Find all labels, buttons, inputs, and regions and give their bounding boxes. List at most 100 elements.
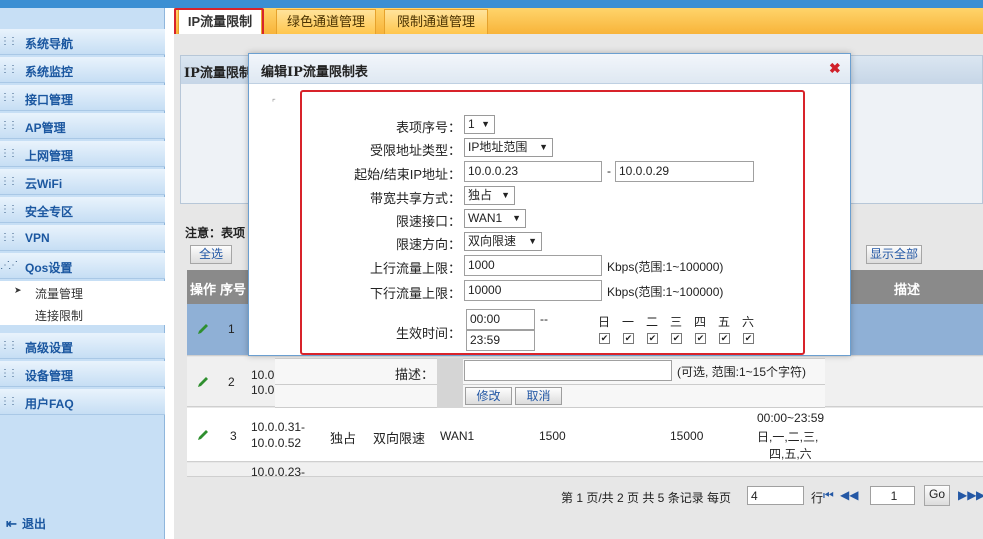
caret-down-icon: ▼ [512, 213, 521, 223]
pager-text: 行 [811, 491, 824, 505]
day-label: 二 [646, 315, 659, 329]
sidebar-item-qos[interactable]: ⋰⋰ Qos设置 [0, 253, 165, 279]
grip-icon: ⋮⋮ [0, 148, 18, 159]
sidebar-subitem-traffic[interactable]: ➤ 流量管理 [0, 281, 165, 303]
button-label: 修改 [476, 389, 501, 403]
direction-label: 限速方向： [395, 237, 461, 252]
sidebar-item-security[interactable]: ⋮⋮ 安全专区 [0, 197, 165, 223]
logout-label: 退出 [22, 517, 47, 531]
last-page-icon[interactable]: ▶ [976, 488, 983, 502]
day-checkbox[interactable]: ✔ [719, 333, 730, 344]
sidebar-item-label: AP管理 [25, 121, 66, 135]
sidebar-item-label: Qos设置 [25, 261, 73, 275]
time-start-input[interactable]: 00:00 [466, 309, 535, 330]
edit-icon[interactable] [196, 322, 210, 336]
row-time: 00:00~23:59 [757, 411, 825, 425]
addr-type-select[interactable]: IP地址范围 ▼ [464, 138, 553, 157]
cancel-button[interactable]: 取消 [515, 387, 562, 405]
row-days: 日,一,二,三, [757, 430, 819, 444]
sidebar-item-label: 设备管理 [25, 369, 74, 383]
sidebar-item-cloud-wifi[interactable]: ⋮⋮ 云WiFi [0, 169, 165, 195]
sidebar-item-label: VPN [25, 231, 50, 245]
up-limit-label: 上行流量上限： [369, 261, 461, 276]
per-page-input[interactable]: 4 [747, 486, 804, 505]
input-value: 1000 [468, 258, 495, 272]
row-share: 独占 [330, 431, 357, 446]
close-icon[interactable]: ✖ [829, 60, 841, 77]
time-end-input[interactable]: 23:59 [466, 330, 535, 351]
row-direction: 双向限速 [373, 431, 426, 446]
row-index: 2 [228, 375, 235, 389]
input-value: 10.0.0.29 [619, 164, 670, 178]
sidebar-item-label: 系统监控 [25, 65, 74, 79]
show-all-button[interactable]: 显示全部 [866, 245, 922, 264]
day-label: 四 [694, 315, 707, 329]
save-button[interactable]: 修改 [465, 387, 512, 405]
edit-icon[interactable] [196, 428, 210, 442]
button-label: Go [928, 487, 945, 501]
button-label: 全选 [198, 247, 223, 261]
logout-link[interactable]: ⇤ 退出 [6, 515, 46, 532]
grip-icon: ⋮⋮ [0, 92, 18, 103]
sidebar-item-label: 接口管理 [25, 93, 74, 107]
sidebar-item-monitor[interactable]: ⋮⋮ 系统监控 [0, 57, 165, 83]
note-text: 注意：表项 [185, 226, 246, 240]
select-value: 独占 [468, 188, 493, 202]
table-row[interactable]: 3 10.0.0.31- 10.0.0.52 独占 双向限速 WAN1 1500… [187, 408, 983, 462]
page-input[interactable]: 1 [870, 486, 915, 505]
ip-separator: - [607, 164, 611, 178]
down-limit-hint: Kbps(范围:1~100000) [607, 285, 724, 299]
direction-select[interactable]: 双向限速 ▼ [464, 232, 542, 251]
day-checkbox[interactable]: ✔ [671, 333, 682, 344]
grip-icon: ⋮⋮ [0, 36, 18, 47]
ip-range-label: 起始/结束IP地址： [354, 167, 461, 182]
iface-select[interactable]: WAN1 ▼ [464, 209, 526, 228]
column-header: 操作 [190, 282, 217, 297]
edit-icon[interactable] [196, 375, 210, 389]
caret-down-icon: ▼ [539, 142, 548, 152]
sidebar-subitem-connection[interactable]: 连接限制 [0, 303, 165, 325]
day-checkbox[interactable]: ✔ [599, 333, 610, 344]
down-limit-input[interactable]: 10000 [464, 280, 602, 301]
grip-icon: ⋮⋮ [0, 176, 18, 187]
tab-green-channel[interactable]: 绿色通道管理 [276, 9, 376, 34]
table-row[interactable]: 10.0.0.23- [187, 463, 983, 477]
sidebar-item-advanced[interactable]: ⋮⋮ 高级设置 [0, 333, 165, 359]
description-hint: (可选, 范围:1~15个字符) [677, 365, 807, 379]
grip-icon: ⋰⋰ [0, 260, 18, 271]
sidebar-item-device[interactable]: ⋮⋮ 设备管理 [0, 361, 165, 387]
description-input[interactable] [464, 360, 672, 381]
sidebar-item-nav[interactable]: ⋮⋮ 系统导航 [0, 29, 165, 55]
day-checkbox[interactable]: ✔ [743, 333, 754, 344]
share-select[interactable]: 独占 ▼ [464, 186, 515, 205]
ip-end-input[interactable]: 10.0.0.29 [615, 161, 754, 182]
up-limit-input[interactable]: 1000 [464, 255, 602, 276]
sidebar-item-faq[interactable]: ⋮⋮ 用户FAQ [0, 389, 165, 415]
next-page-icon[interactable]: ▶▶ [958, 488, 976, 502]
select-all-button[interactable]: 全选 [190, 245, 232, 264]
prev-page-icon[interactable]: ◀◀ [840, 488, 858, 502]
grip-icon: ⋮⋮ [0, 204, 18, 215]
sidebar-subitem-label: 流量管理 [35, 287, 84, 301]
day-label: 一 [622, 315, 635, 329]
day-checkbox[interactable]: ✔ [623, 333, 634, 344]
column-header: 描述 [894, 282, 921, 297]
sidebar-item-label: 云WiFi [25, 177, 63, 191]
row-address-end: 10.0.0.52 [251, 436, 302, 450]
sidebar-item-vpn[interactable]: ⋮⋮ VPN [0, 225, 165, 251]
sidebar-item-ap[interactable]: ⋮⋮ AP管理 [0, 113, 165, 139]
index-select[interactable]: 1 ▼ [464, 115, 495, 134]
sidebar-item-internet[interactable]: ⋮⋮ 上网管理 [0, 141, 165, 167]
day-checkbox[interactable]: ✔ [695, 333, 706, 344]
tab-limit-channel[interactable]: 限制通道管理 [384, 9, 488, 34]
first-page-icon[interactable]: ⏮ [823, 488, 834, 503]
day-checkbox[interactable]: ✔ [647, 333, 658, 344]
ip-start-input[interactable]: 10.0.0.23 [464, 161, 602, 182]
go-button[interactable]: Go [924, 485, 950, 506]
sidebar-item-label: 上网管理 [25, 149, 74, 163]
row-down: 15000 [670, 429, 704, 443]
sidebar-item-interface[interactable]: ⋮⋮ 接口管理 [0, 85, 165, 111]
share-label: 带宽共享方式： [369, 191, 461, 206]
sidebar-item-label: 用户FAQ [25, 397, 74, 411]
dialog-title: 编辑IP流量限制表 [261, 65, 368, 80]
